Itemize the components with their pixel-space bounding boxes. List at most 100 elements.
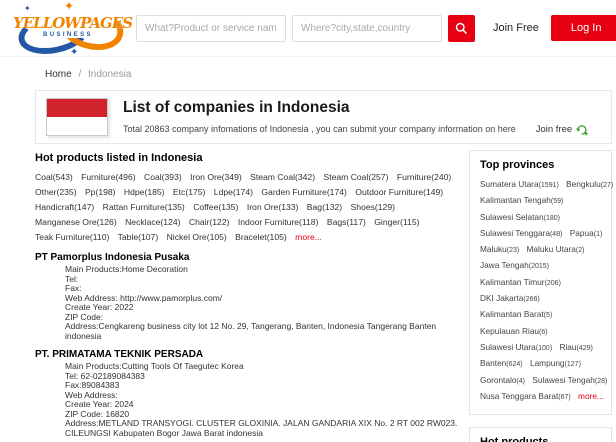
province-name: Kalimantan Barat [480,309,544,319]
province-name: more... [578,391,604,401]
province-row: Kalimantan Barat(5) [480,307,601,323]
province-link[interactable]: Sulawesi Utara(100) [480,342,552,352]
product-tag-link[interactable]: Furniture(240) [397,172,451,182]
hot-products-heading: Hot products listed in Indonesia [35,152,459,164]
product-tag-link[interactable]: Iron Ore(349) [190,172,242,182]
product-tag-link[interactable]: Nickel Ore(105) [167,232,227,242]
province-count: (2) [576,247,585,254]
product-tag-link[interactable]: Rattan Furniture(135) [103,202,185,212]
product-tag-link[interactable]: Shoes(129) [351,202,395,212]
province-count: (48) [550,231,562,238]
join-free-link[interactable]: Join Free [493,22,539,34]
product-tag-link[interactable]: Indoor Furniture(118) [238,217,319,227]
product-tag-link[interactable]: Other(235) [35,187,77,197]
product-tag-link[interactable]: Furniture(496) [81,172,135,182]
join-free-inline-link[interactable]: Join free [536,123,588,136]
province-link[interactable]: Kepulauan Riau(6) [480,326,548,336]
province-name: Sulawesi Selatan [480,212,544,222]
breadcrumb-home-link[interactable]: Home [45,69,72,80]
province-name: Sulawesi Tengah [532,375,595,385]
logo[interactable]: ✦ ✦ ✦ YELLOWPAGES BUSINESS [10,1,130,55]
product-tag-link[interactable]: Chair(122) [189,217,230,227]
province-link[interactable]: Papua(1) [570,228,603,238]
province-name: Banten [480,358,506,368]
province-link[interactable]: Sulawesi Tenggara(48) [480,228,562,238]
product-tag-link[interactable]: Etc(175) [173,187,205,197]
company-detail-line: Fax:89084383 [65,381,459,391]
company-detail-line: Address:METLAND TRANSYOGI. CLUSTER GLOXI… [65,419,459,438]
product-tag-link[interactable]: Steam Coal(342) [250,172,315,182]
product-tag-link[interactable]: Steam Coal(257) [323,172,388,182]
product-tag-link[interactable]: Necklace(124) [125,217,180,227]
province-link[interactable]: Sulawesi Tengah(28) [532,375,607,385]
product-tag-link[interactable]: Pp(198) [85,187,116,197]
province-link[interactable]: Sulawesi Selatan(180) [480,212,560,222]
search-button[interactable] [448,15,475,42]
main-content: Hot products listed in Indonesia Coal(54… [35,150,612,442]
company-item: PT Pamorplus Indonesia Pusaka Main Produ… [35,252,459,341]
province-row: Sulawesi Utara(100) Riau(429) [480,340,601,356]
province-link[interactable]: Banten(624) [480,358,523,368]
province-count: (266) [523,296,539,303]
search-what-input[interactable] [136,15,286,42]
province-link[interactable]: Riau(429) [559,342,592,352]
province-count: (127) [565,361,581,368]
province-link[interactable]: Kalimantan Timur(206) [480,277,561,287]
province-link[interactable]: Gorontalo(4) [480,375,525,385]
product-tag-link[interactable]: Manganese Ore(126) [35,217,117,227]
product-tag-link[interactable]: Ldpe(174) [214,187,253,197]
province-link[interactable]: Jawa Tengah(2015) [480,260,549,270]
province-row: Sulawesi Tenggara(48) Papua(1) [480,226,601,242]
product-tag-link[interactable]: Table(107) [118,232,159,242]
province-count: (28) [595,378,607,385]
search-where-input[interactable] [292,15,442,42]
province-name: Kalimantan Tengah [480,195,551,205]
province-link[interactable]: Bengkulu(27) [566,179,613,189]
product-tag-link[interactable]: Teak Furniture(110) [35,232,109,242]
join-free-icon [575,123,588,136]
product-tag-link[interactable]: Bag(132) [307,202,342,212]
product-tag-link[interactable]: Outdoor Furniture(149) [355,187,443,197]
province-link[interactable]: Lampung(127) [530,358,581,368]
company-name-link[interactable]: PT Pamorplus Indonesia Pusaka [35,252,459,263]
product-tag-link[interactable]: Handicraft(147) [35,202,94,212]
province-link[interactable]: Kalimantan Barat(5) [480,309,552,319]
province-row: Banten(624) Lampung(127) [480,356,601,372]
company-details: Main Products:Home Decoration Tel: Fax: … [35,265,459,341]
product-tag-link[interactable]: Bracelet(105) [235,232,287,242]
company-details: Main Products:Cutting Tools Of Taegutec … [35,362,459,438]
product-tag-link[interactable]: Garden Furniture(174) [261,187,347,197]
province-link[interactable]: Nusa Tenggara Barat(67) [480,391,571,401]
province-row: Jawa Tengah(2015) [480,258,601,274]
product-tag-link[interactable]: Iron Ore(133) [247,202,299,212]
product-tag-link[interactable]: Coffee(135) [193,202,238,212]
product-tag-link[interactable]: more... [295,232,322,242]
product-tag-link[interactable]: Ginger(115) [374,217,419,227]
province-link[interactable]: more... [578,391,604,401]
province-name: Bengkulu [566,179,601,189]
province-link[interactable]: Sumatera Utara(1591) [480,179,559,189]
product-tag-link[interactable]: Bags(117) [327,217,366,227]
company-detail-line: Create Year: 2022 [65,303,459,313]
province-row: Nusa Tenggara Barat(67) more... [480,389,601,405]
province-row: Kalimantan Tengah(59) [480,193,601,209]
province-row: Sulawesi Selatan(180) [480,210,601,226]
province-count: (2015) [529,263,549,270]
product-tag-link[interactable]: Hdpe(185) [124,187,165,197]
province-link[interactable]: Kalimantan Tengah(59) [480,195,563,205]
province-link[interactable]: DKI Jakarta(266) [480,293,540,303]
join-free-inline-label: Join free [536,124,572,135]
product-tag-link[interactable]: Coal(543) [35,172,73,182]
company-name-link[interactable]: PT. PRIMATAMA TEKNIK PERSADA [35,349,459,360]
hot-products-box: Hot products Used Tires Zinc Ore Safety … [469,427,612,442]
page: ✦ ✦ ✦ YELLOWPAGES BUSINESS Join Free Log… [0,0,616,442]
login-button[interactable]: Log In [551,15,616,41]
flag-white-stripe [47,117,107,135]
province-link[interactable]: Maluku(23) [480,244,519,254]
product-tag-link[interactable]: Coal(393) [144,172,182,182]
province-link[interactable]: Maluku Utara(2) [527,244,585,254]
province-count: (6) [539,329,548,336]
province-name: Kalimantan Timur [480,277,545,287]
province-name: Maluku Utara [527,244,576,254]
hot-product-tags: Coal(543) Furniture(496) Coal(393) Iron … [35,170,459,245]
